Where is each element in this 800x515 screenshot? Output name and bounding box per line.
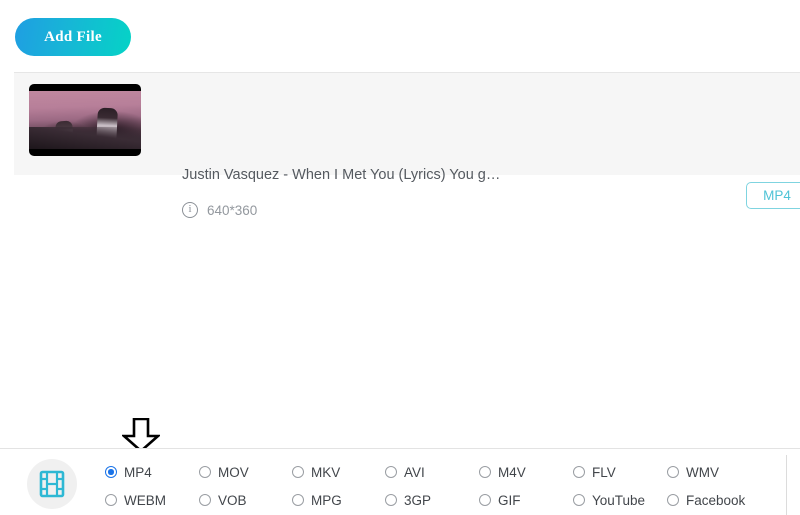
radio-mov[interactable] [199, 466, 211, 478]
format-options-grid: MP4 MOV MKV AVI M4V FLV WMV WEBM VOB MPG 3GP GIF You… [105, 458, 777, 514]
format-option-avi[interactable]: AVI [385, 458, 479, 486]
format-label-webm: WEBM [124, 492, 166, 508]
radio-vob[interactable] [199, 494, 211, 506]
format-option-gif[interactable]: GIF [479, 486, 573, 514]
file-list: Justin Vasquez - When I Met You (Lyrics)… [14, 72, 800, 218]
radio-facebook[interactable] [667, 494, 679, 506]
output-format-bar: MP4 MOV MKV AVI M4V FLV WMV WEBM VOB MPG 3GP GIF You… [0, 448, 800, 515]
radio-gif[interactable] [479, 494, 491, 506]
right-divider [786, 455, 787, 515]
down-arrow-annotation [122, 418, 160, 452]
format-option-wmv[interactable]: WMV [667, 458, 777, 486]
format-option-mkv[interactable]: MKV [292, 458, 385, 486]
radio-wmv[interactable] [667, 466, 679, 478]
format-option-m4v[interactable]: M4V [479, 458, 573, 486]
film-strip-icon [27, 459, 77, 509]
format-label-mkv: MKV [311, 464, 341, 480]
output-format-badge[interactable]: MP4 [746, 182, 800, 209]
format-option-3gp[interactable]: 3GP [385, 486, 479, 514]
format-label-mp4: MP4 [124, 464, 152, 480]
format-option-webm[interactable]: WEBM [105, 486, 199, 514]
format-label-facebook: Facebook [686, 492, 746, 508]
format-label-flv: FLV [592, 464, 616, 480]
format-option-mov[interactable]: MOV [199, 458, 292, 486]
radio-youtube[interactable] [573, 494, 585, 506]
top-toolbar: Add File [0, 0, 800, 64]
file-resolution: 640*360 [207, 202, 258, 218]
radio-mpg[interactable] [292, 494, 304, 506]
format-label-vob: VOB [218, 492, 247, 508]
format-label-mov: MOV [218, 464, 249, 480]
radio-mkv[interactable] [292, 466, 304, 478]
format-option-flv[interactable]: FLV [573, 458, 667, 486]
thumbnail-foreground-ridge [29, 127, 141, 149]
format-label-3gp: 3GP [404, 492, 432, 508]
format-label-wmv: WMV [686, 464, 719, 480]
file-metadata: i 640*360 [182, 202, 257, 218]
radio-avi[interactable] [385, 466, 397, 478]
format-label-gif: GIF [498, 492, 521, 508]
format-label-m4v: M4V [498, 464, 526, 480]
thumbnail-image [29, 91, 141, 149]
file-row[interactable]: Justin Vasquez - When I Met You (Lyrics)… [14, 73, 800, 218]
radio-flv[interactable] [573, 466, 585, 478]
radio-m4v[interactable] [479, 466, 491, 478]
format-label-mpg: MPG [311, 492, 342, 508]
info-icon[interactable]: i [182, 202, 198, 218]
format-option-facebook[interactable]: Facebook [667, 486, 777, 514]
video-thumbnail[interactable] [29, 84, 141, 156]
radio-webm[interactable] [105, 494, 117, 506]
add-file-button[interactable]: Add File [15, 18, 131, 56]
radio-mp4[interactable] [105, 466, 117, 478]
format-option-mp4[interactable]: MP4 [105, 458, 199, 486]
format-option-vob[interactable]: VOB [199, 486, 292, 514]
radio-3gp[interactable] [385, 494, 397, 506]
file-title: Justin Vasquez - When I Met You (Lyrics)… [182, 167, 501, 183]
converter-window: Add File Justin Vasquez - When I Met You… [0, 0, 800, 515]
format-option-mpg[interactable]: MPG [292, 486, 385, 514]
format-label-youtube: YouTube [592, 492, 646, 508]
format-label-avi: AVI [404, 464, 425, 480]
format-option-youtube[interactable]: YouTube [573, 486, 667, 514]
